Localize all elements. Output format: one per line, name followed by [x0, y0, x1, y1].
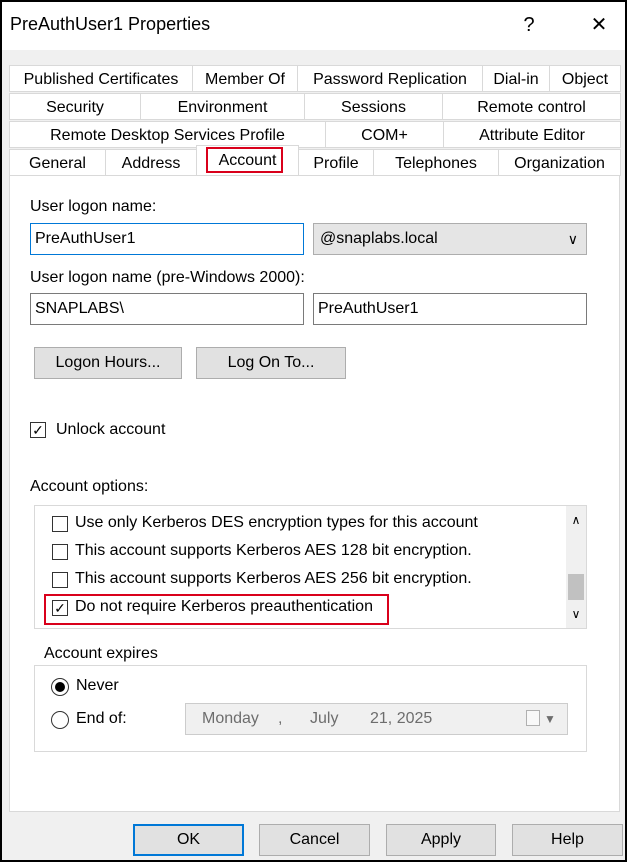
date-month: July — [310, 710, 339, 727]
prewin-username-input[interactable]: PreAuthUser1 — [313, 293, 587, 325]
unlock-account-label: Unlock account — [56, 421, 166, 438]
tab-organization[interactable]: Organization — [498, 149, 621, 176]
ok-button[interactable]: OK — [133, 824, 244, 856]
tab-object[interactable]: Object — [549, 65, 621, 92]
cancel-button[interactable]: Cancel — [259, 824, 370, 856]
tab-com-plus[interactable]: COM+ — [325, 121, 444, 148]
scroll-up-icon[interactable]: ∧ — [566, 510, 586, 530]
chevron-down-icon: ∨ — [567, 231, 578, 247]
end-of-label: End of: — [76, 710, 127, 727]
logon-name-label: User logon name: — [30, 198, 157, 215]
never-label: Never — [76, 677, 119, 694]
tab-remote-control[interactable]: Remote control — [442, 93, 621, 120]
no-preauth-highlight — [44, 594, 389, 625]
help-icon[interactable]: ? — [509, 8, 549, 42]
tab-environment[interactable]: Environment — [140, 93, 305, 120]
domain-select[interactable]: @snaplabs.local ∨ — [313, 223, 587, 255]
account-expires-label: Account expires — [40, 645, 162, 663]
tab-remote-desktop-services-profile[interactable]: Remote Desktop Services Profile — [9, 121, 326, 148]
scroll-down-icon[interactable]: ∨ — [566, 604, 586, 624]
unlock-account-checkbox[interactable]: ✓ — [30, 422, 46, 438]
date-separator: , — [278, 710, 283, 727]
tab-published-certificates[interactable]: Published Certificates — [9, 65, 193, 92]
title-bar: PreAuthUser1 Properties ? ✕ — [2, 2, 625, 50]
date-dropdown-icon[interactable]: ▼ — [544, 704, 556, 734]
tab-member-of[interactable]: Member Of — [192, 65, 298, 92]
tab-general[interactable]: General — [9, 149, 106, 176]
help-button[interactable]: Help — [512, 824, 623, 856]
logon-hours-button[interactable]: Logon Hours... — [34, 347, 182, 379]
tab-dial-in[interactable]: Dial-in — [482, 65, 550, 92]
tab-sessions[interactable]: Sessions — [304, 93, 443, 120]
close-icon[interactable]: ✕ — [579, 8, 619, 42]
option-aes256-label: This account supports Kerberos AES 256 b… — [75, 570, 472, 587]
scroll-thumb[interactable] — [568, 574, 584, 600]
option-des-label: Use only Kerberos DES encryption types f… — [75, 514, 478, 531]
apply-button[interactable]: Apply — [386, 824, 496, 856]
radio-selected-dot — [55, 682, 65, 692]
tab-security[interactable]: Security — [9, 93, 141, 120]
date-day-year: 21, 2025 — [370, 710, 433, 727]
never-radio[interactable] — [51, 678, 69, 696]
tab-address[interactable]: Address — [105, 149, 197, 176]
date-weekday: Monday — [202, 710, 259, 727]
calendar-icon[interactable] — [526, 710, 540, 726]
option-des-checkbox[interactable] — [52, 516, 68, 532]
option-aes128-checkbox[interactable] — [52, 544, 68, 560]
tab-password-replication[interactable]: Password Replication — [297, 65, 483, 92]
tab-account-highlight — [206, 147, 283, 173]
options-scrollbar[interactable]: ∧ ∨ — [566, 506, 586, 628]
option-aes256-checkbox[interactable] — [52, 572, 68, 588]
tab-telephones[interactable]: Telephones — [373, 149, 499, 176]
log-on-to-button[interactable]: Log On To... — [196, 347, 346, 379]
domain-select-value: @snaplabs.local — [320, 230, 438, 247]
option-aes128-label: This account supports Kerberos AES 128 b… — [75, 542, 472, 559]
tab-profile[interactable]: Profile — [298, 149, 374, 176]
properties-dialog: PreAuthUser1 Properties ? ✕ Published Ce… — [0, 0, 627, 862]
window-title: PreAuthUser1 Properties — [10, 14, 211, 34]
end-of-radio[interactable] — [51, 711, 69, 729]
logon-name-input[interactable]: PreAuthUser1 — [30, 223, 304, 255]
account-options-label: Account options: — [30, 478, 149, 495]
prewin-logon-label: User logon name (pre-Windows 2000): — [30, 269, 305, 286]
tab-attribute-editor[interactable]: Attribute Editor — [443, 121, 621, 148]
expiry-date-picker[interactable]: Monday , July 21, 2025 ▼ — [185, 703, 568, 735]
prewin-domain-input[interactable]: SNAPLABS\ — [30, 293, 304, 325]
